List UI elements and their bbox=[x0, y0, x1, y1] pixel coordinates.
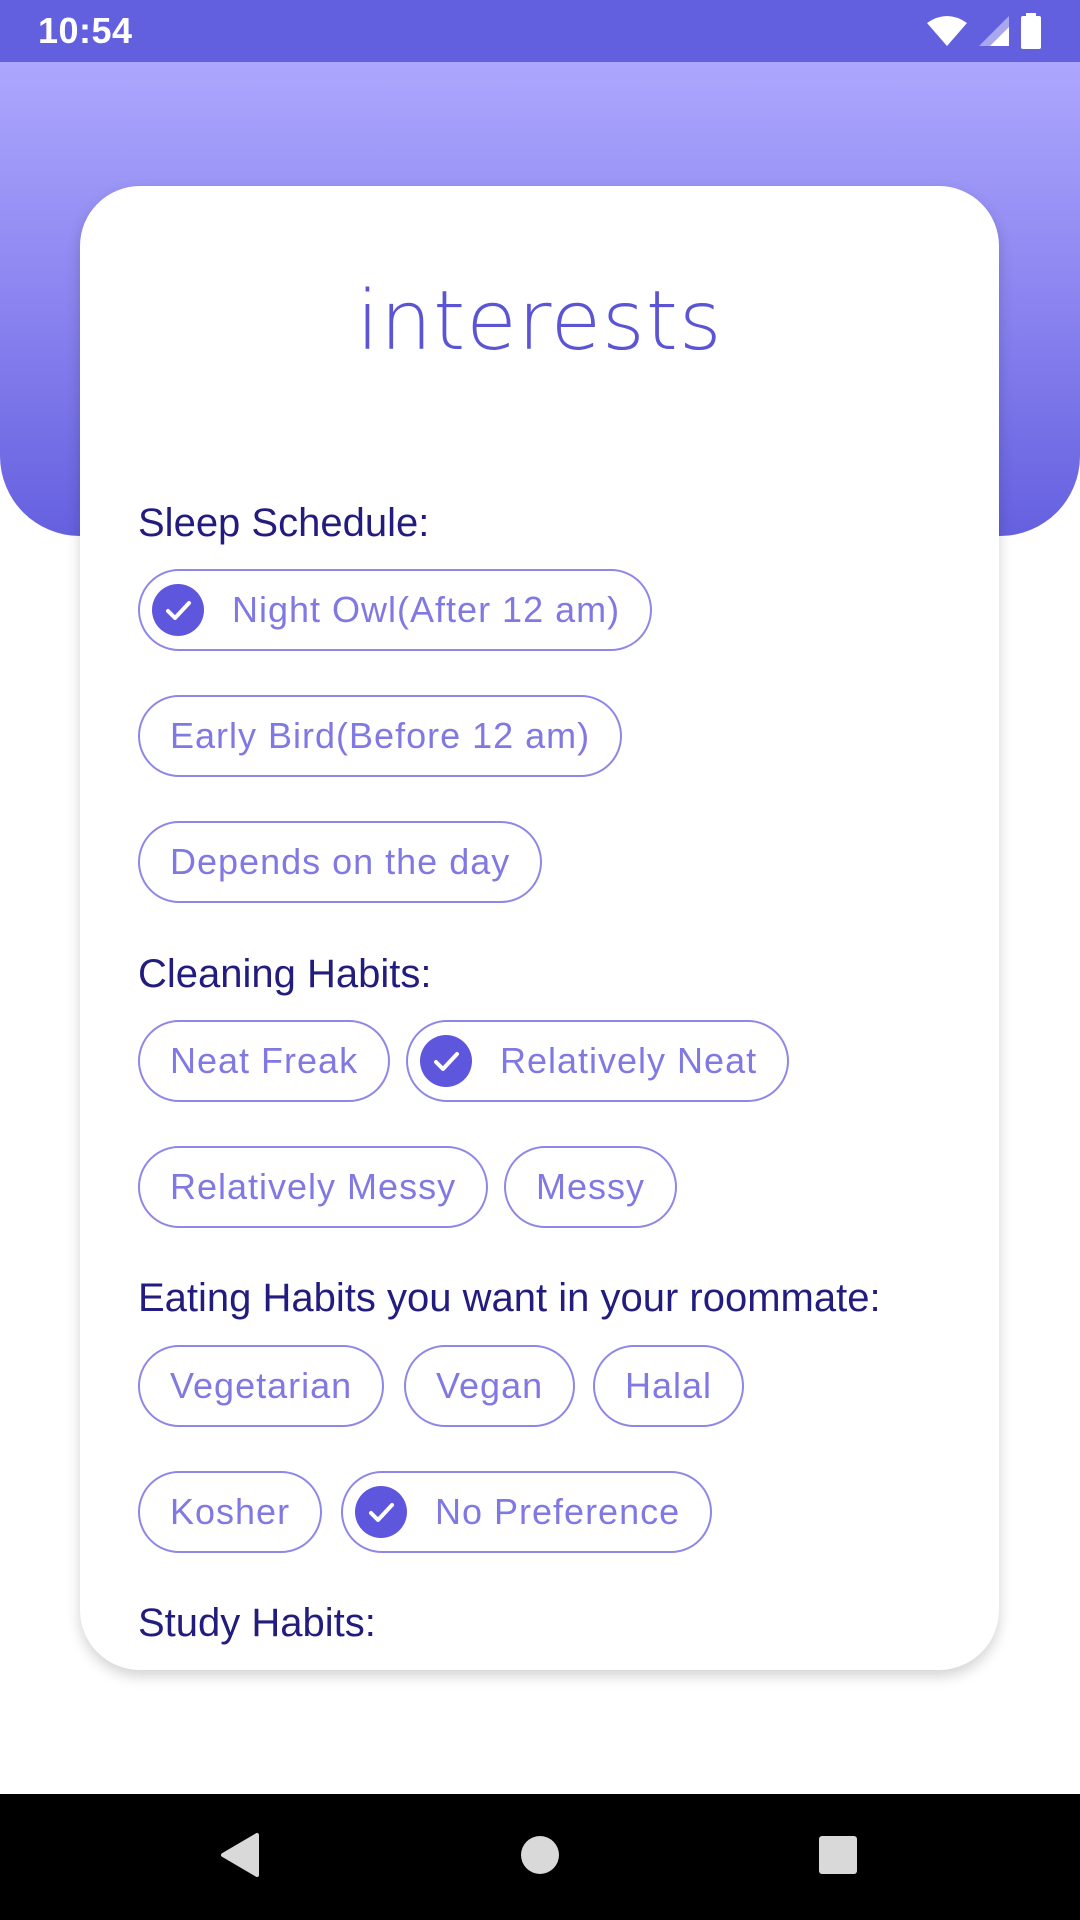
back-icon bbox=[217, 1831, 261, 1884]
sleep-schedule-label: Sleep Schedule: bbox=[138, 501, 430, 545]
back-button[interactable] bbox=[206, 1824, 272, 1890]
cleaning-habits-label: Cleaning Habits: bbox=[138, 952, 432, 996]
chip-vegetarian[interactable]: Vegetarian bbox=[138, 1345, 385, 1427]
chip-messy[interactable]: Messy bbox=[504, 1146, 678, 1228]
chip-kosher[interactable]: Kosher bbox=[138, 1471, 323, 1553]
chip-neat-freak[interactable]: Neat Freak bbox=[138, 1020, 391, 1102]
check-icon bbox=[355, 1486, 407, 1538]
chip-no-preference[interactable]: No Preference bbox=[341, 1471, 713, 1553]
cell-signal-icon bbox=[978, 15, 1010, 47]
chip-label: Relatively Neat bbox=[500, 1040, 758, 1081]
study-habits-label: Study Habits: bbox=[138, 1601, 376, 1645]
chip-night-owl[interactable]: Night Owl(After 12 am) bbox=[138, 569, 653, 651]
page-title: interests bbox=[356, 274, 723, 369]
chip-label: Messy bbox=[536, 1166, 646, 1207]
navigation-bar bbox=[0, 1794, 1080, 1920]
chip-label: Early Bird(Before 12 am) bbox=[170, 715, 591, 756]
status-icons bbox=[926, 13, 1042, 49]
chip-depends-on-the-day[interactable]: Depends on the day bbox=[138, 821, 543, 903]
chip-label: No Preference bbox=[435, 1491, 681, 1532]
interests-card[interactable]: interests Sleep Schedule: Night Owl(Afte… bbox=[80, 186, 999, 1670]
home-icon bbox=[520, 1835, 560, 1880]
chip-label: Kosher bbox=[170, 1491, 291, 1532]
chip-label: Halal bbox=[625, 1365, 713, 1406]
chip-label: Vegetarian bbox=[170, 1365, 353, 1406]
chip-label: Depends on the day bbox=[170, 841, 511, 882]
battery-icon bbox=[1020, 13, 1042, 49]
chip-vegan[interactable]: Vegan bbox=[404, 1345, 576, 1427]
chip-label: Night Owl(After 12 am) bbox=[232, 589, 621, 630]
chip-label: Neat Freak bbox=[170, 1040, 359, 1081]
chip-relatively-messy[interactable]: Relatively Messy bbox=[138, 1146, 489, 1228]
wifi-icon bbox=[926, 15, 968, 47]
eating-habits-label: Eating Habits you want in your roommate: bbox=[138, 1276, 881, 1320]
chip-label: Relatively Messy bbox=[170, 1166, 457, 1207]
status-bar: 10:54 bbox=[0, 0, 1080, 62]
check-icon bbox=[420, 1035, 472, 1087]
status-time: 10:54 bbox=[38, 10, 133, 51]
chip-label: Vegan bbox=[436, 1365, 544, 1406]
home-button[interactable] bbox=[507, 1824, 573, 1890]
recents-button[interactable] bbox=[805, 1824, 871, 1890]
chip-early-bird[interactable]: Early Bird(Before 12 am) bbox=[138, 695, 623, 777]
chip-halal[interactable]: Halal bbox=[593, 1345, 745, 1427]
recents-icon bbox=[818, 1835, 858, 1880]
check-icon bbox=[152, 584, 204, 636]
chip-relatively-neat[interactable]: Relatively Neat bbox=[406, 1020, 790, 1102]
